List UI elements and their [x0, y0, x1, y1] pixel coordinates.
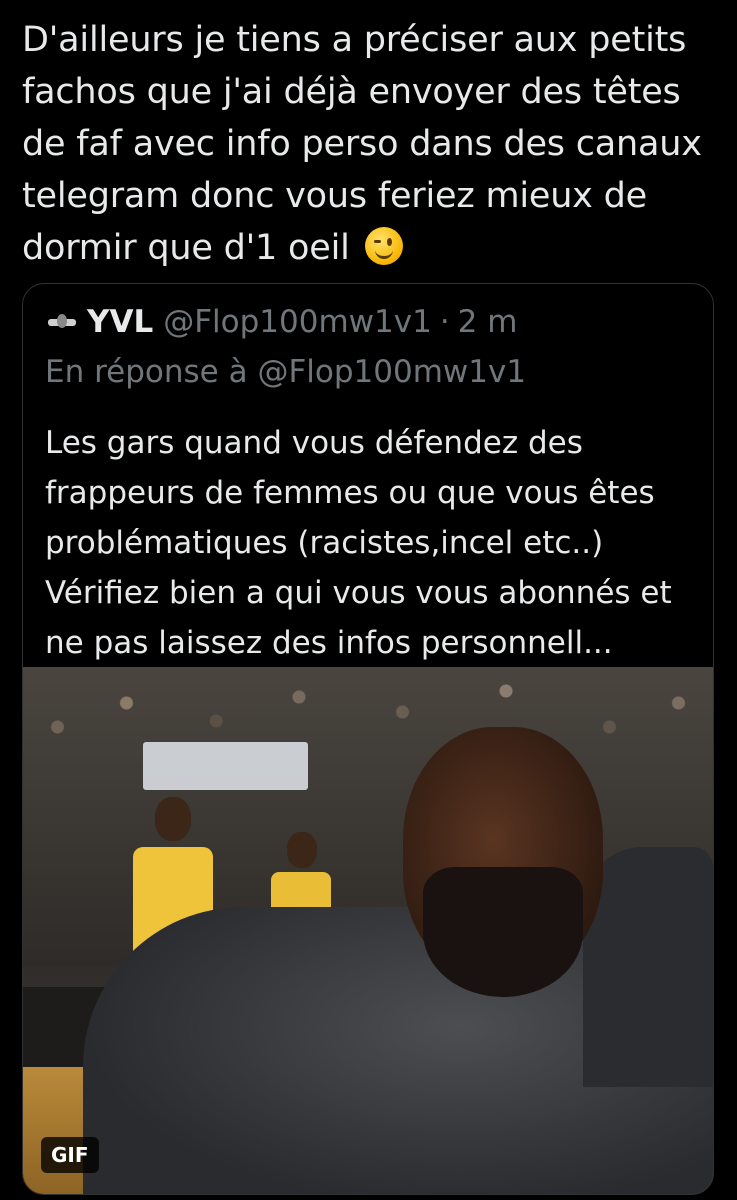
- quoted-timestamp[interactable]: 2 m: [458, 302, 518, 342]
- quoted-tweet-card[interactable]: YVL @Flop100mw1v1 · 2 m En réponse à @Fl…: [22, 283, 714, 1195]
- quoted-author-name[interactable]: YVL: [87, 302, 153, 342]
- beard: [423, 867, 583, 997]
- separator-dot: ·: [439, 304, 450, 340]
- quoted-author-handle[interactable]: @Flop100mw1v1: [163, 302, 432, 342]
- quoted-tweet-text: Les gars quand vous défendez des frappeu…: [45, 425, 672, 661]
- quoted-tweet-header: YVL @Flop100mw1v1 · 2 m: [45, 302, 517, 342]
- reply-to-line: En réponse à @Flop100mw1v1: [45, 354, 527, 390]
- arena-sign: [143, 742, 308, 790]
- avatar[interactable]: [45, 305, 79, 339]
- winking-face-emoji-icon: [364, 227, 403, 265]
- tweet-text-body: D'ailleurs je tiens a préciser aux petit…: [22, 20, 702, 268]
- tweet-text: D'ailleurs je tiens a préciser aux petit…: [22, 14, 722, 274]
- gif-badge[interactable]: GIF: [41, 1137, 99, 1173]
- gif-media[interactable]: GIF: [23, 667, 713, 1194]
